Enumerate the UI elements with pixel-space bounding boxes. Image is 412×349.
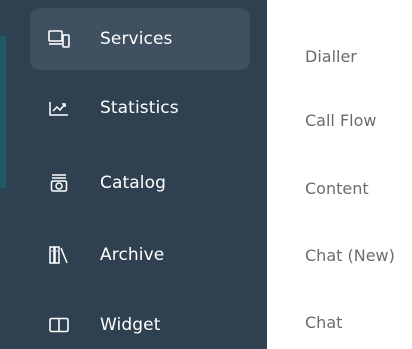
left-edge-strip bbox=[0, 0, 12, 349]
sidebar-item-statistics[interactable]: Statistics bbox=[30, 77, 250, 139]
tray-icon bbox=[48, 172, 70, 194]
sidebar-item-label: Statistics bbox=[100, 98, 179, 118]
library-icon bbox=[48, 244, 70, 266]
submenu-item-chat-new[interactable]: Chat (New) bbox=[305, 246, 395, 265]
sidebar-item-label: Catalog bbox=[100, 173, 166, 193]
sidebar-item-label: Services bbox=[100, 29, 173, 49]
sidebar-item-label: Archive bbox=[100, 245, 165, 265]
sidebar-item-widget[interactable]: Widget bbox=[30, 294, 250, 349]
services-submenu: Dialler Call Flow Content Chat (New) Cha… bbox=[305, 0, 412, 349]
chart-trend-icon bbox=[48, 97, 70, 119]
left-edge-accent bbox=[0, 36, 6, 188]
submenu-item-dialler[interactable]: Dialler bbox=[305, 47, 357, 66]
submenu-item-content[interactable]: Content bbox=[305, 179, 369, 198]
columns-icon bbox=[48, 314, 70, 336]
sidebar: Services Statistics Catalog Archive Widg… bbox=[12, 0, 267, 349]
devices-icon bbox=[48, 28, 70, 50]
sidebar-item-catalog[interactable]: Catalog bbox=[30, 152, 250, 214]
submenu-item-call-flow[interactable]: Call Flow bbox=[305, 111, 376, 130]
sidebar-item-label: Widget bbox=[100, 315, 161, 335]
submenu-item-chat[interactable]: Chat bbox=[305, 313, 342, 332]
sidebar-item-services[interactable]: Services bbox=[30, 8, 250, 70]
sidebar-item-archive[interactable]: Archive bbox=[30, 224, 250, 286]
